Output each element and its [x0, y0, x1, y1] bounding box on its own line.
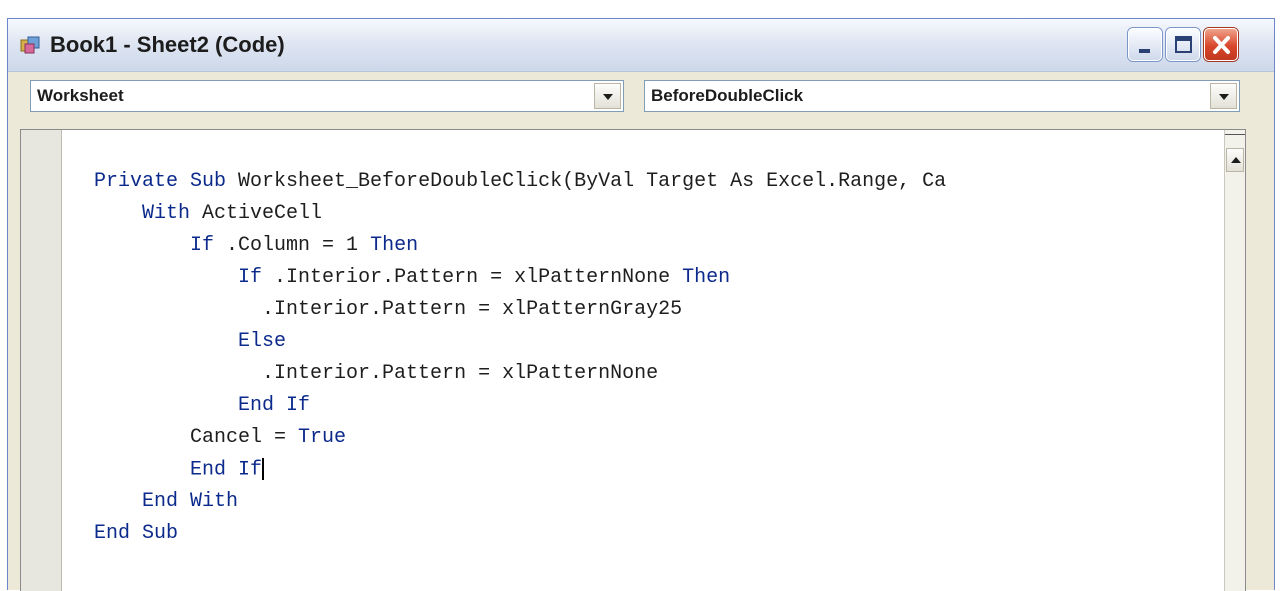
code-keyword: End If: [238, 394, 311, 417]
procedure-combobox-value: BeforeDoubleClick: [651, 86, 804, 105]
code-text: Cancel =: [190, 426, 299, 449]
procedure-bar: Worksheet BeforeDoubleClick: [8, 72, 1274, 120]
maximize-icon: [1175, 36, 1192, 53]
code-line[interactable]: .Interior.Pattern = xlPatternNone: [94, 362, 658, 386]
code-line[interactable]: End Sub: [94, 522, 178, 546]
vba-project-icon: [20, 35, 42, 55]
code-keyword: Then: [370, 234, 419, 257]
code-line[interactable]: End If: [94, 394, 310, 418]
close-icon: [1213, 36, 1230, 54]
code-keyword: End Sub: [94, 522, 179, 545]
code-text-area[interactable]: Private Sub Worksheet_BeforeDoubleClick(…: [62, 130, 1224, 591]
code-keyword: If: [238, 266, 263, 289]
close-button[interactable]: [1204, 28, 1238, 61]
maximize-button[interactable]: [1166, 28, 1200, 61]
object-combobox-value: Worksheet: [37, 86, 124, 105]
code-keyword: Else: [238, 330, 287, 353]
code-text: .Column = 1: [214, 234, 371, 257]
dropdown-arrow-icon: [1219, 94, 1229, 100]
code-keyword: Private Sub: [94, 170, 227, 193]
title-bar[interactable]: Book1 - Sheet2 (Code): [8, 19, 1274, 72]
minimize-button[interactable]: [1128, 28, 1162, 61]
code-line[interactable]: If .Column = 1 Then: [94, 234, 418, 258]
code-line[interactable]: With ActiveCell: [94, 202, 322, 226]
code-text: Worksheet_BeforeDoubleClick(ByVal Target…: [226, 170, 947, 193]
dropdown-arrow-icon: [603, 94, 613, 100]
vertical-scrollbar[interactable]: [1224, 130, 1245, 591]
text-caret: [262, 458, 265, 480]
code-keyword: If: [190, 234, 215, 257]
procedure-dropdown-button[interactable]: [1210, 83, 1237, 109]
code-keyword: True: [298, 426, 347, 449]
code-text: .Interior.Pattern = xlPatternNone: [262, 362, 659, 385]
code-window: Book1 - Sheet2 (Code) Worksheet BeforeDo…: [7, 18, 1275, 591]
code-line[interactable]: Cancel = True: [94, 426, 346, 450]
window-title: Book1 - Sheet2 (Code): [50, 32, 285, 57]
object-dropdown-button[interactable]: [594, 83, 621, 109]
background-strip: [0, 0, 1281, 18]
object-combobox[interactable]: Worksheet: [30, 80, 624, 112]
code-line[interactable]: End If: [94, 458, 265, 482]
code-line[interactable]: Private Sub Worksheet_BeforeDoubleClick(…: [94, 170, 946, 194]
code-text: .Interior.Pattern = xlPatternGray25: [262, 298, 683, 321]
code-keyword: Then: [682, 266, 731, 289]
scroll-up-icon: [1231, 157, 1241, 163]
code-keyword: End With: [142, 490, 239, 513]
code-editor: Private Sub Worksheet_BeforeDoubleClick(…: [20, 129, 1246, 591]
code-text: ActiveCell: [190, 202, 323, 225]
code-keyword: End If: [190, 458, 263, 482]
minimize-icon: [1139, 49, 1150, 53]
scroll-up-button[interactable]: [1226, 148, 1244, 172]
code-line[interactable]: Else: [94, 330, 286, 354]
code-line[interactable]: If .Interior.Pattern = xlPatternNone The…: [94, 266, 730, 290]
code-text: .Interior.Pattern = xlPatternNone: [262, 266, 683, 289]
code-line[interactable]: .Interior.Pattern = xlPatternGray25: [94, 298, 682, 322]
procedure-combobox[interactable]: BeforeDoubleClick: [644, 80, 1240, 112]
code-keyword: With: [142, 202, 191, 225]
split-bar[interactable]: [1225, 134, 1245, 135]
code-line[interactable]: End With: [94, 490, 238, 514]
margin-indicator-bar[interactable]: [21, 130, 62, 591]
